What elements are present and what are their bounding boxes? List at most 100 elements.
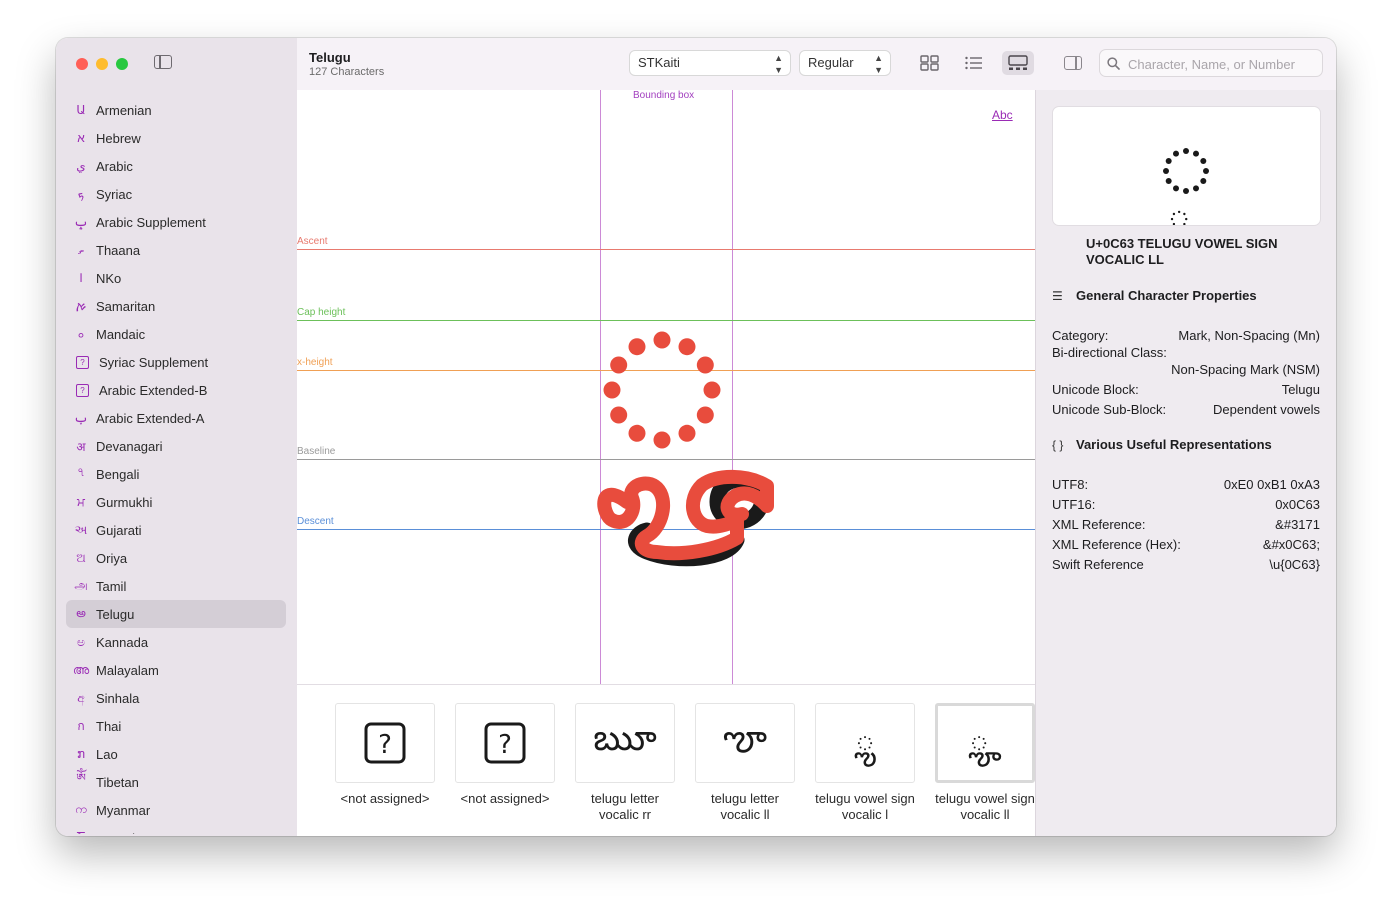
sidebar-item-nko[interactable]: ߊ NKo (66, 264, 286, 292)
character-cell-preview: ◌ౢ (815, 703, 915, 783)
character-cell[interactable]: ౡ telugu letter vocalic ll (695, 703, 795, 823)
sidebar-item-thai[interactable]: ก Thai (66, 712, 286, 740)
sidebar-item-malayalam[interactable]: അ Malayalam (66, 656, 286, 684)
character-cell-preview: ౠ (575, 703, 675, 783)
xml-reference-value[interactable]: &#3171 (1275, 517, 1320, 532)
sidebar-item-myanmar[interactable]: က Myanmar (66, 796, 286, 824)
character-cell[interactable]: ? <not assigned> (455, 703, 555, 807)
sidebar-item-label: Armenian (96, 102, 152, 118)
script-sample-icon: ܟ (77, 186, 85, 201)
toolbar: Telugu 127 Characters STKaiti ▲ ▼ Regular… (297, 38, 1336, 91)
character-cell-preview: ? (455, 703, 555, 783)
sidebar-item-devanagari[interactable]: अ Devanagari (66, 432, 286, 460)
dotted-circle-dot (653, 331, 671, 349)
sidebar-item-hebrew[interactable]: א Hebrew (66, 124, 286, 152)
sidebar-item-gurmukhi[interactable]: ਮ Gurmukhi (66, 488, 286, 516)
sidebar-item-sinhala[interactable]: අ Sinhala (66, 684, 286, 712)
svg-text:?: ? (498, 730, 512, 760)
utf8-value[interactable]: 0xE0 0xB1 0xA3 (1224, 477, 1320, 492)
font-popup[interactable]: STKaiti ▲ ▼ (629, 50, 791, 76)
utf8-label: UTF8: (1052, 477, 1089, 492)
character-cell[interactable]: ? <not assigned> (335, 703, 435, 807)
minimize-window-button[interactable] (96, 58, 108, 70)
character-glyph: ౠ (593, 718, 657, 759)
search-field[interactable] (1099, 49, 1323, 77)
sidebar-item-gujarati[interactable]: અ Gujarati (66, 516, 286, 544)
script-sample-icon: א (77, 131, 85, 145)
sidebar-item-label: Sinhala (96, 690, 140, 706)
character-cell-preview: ◌ౣ (935, 703, 1035, 783)
sidebar-item-telugu[interactable]: అ Telugu (66, 600, 286, 628)
script-sample-icon: ก (77, 718, 85, 733)
character-cell-label: telugu letter vocalic ll (711, 791, 779, 822)
sidebar-item-label: Mandaic (96, 326, 146, 342)
sidebar-item-mandaic[interactable]: ࡀ Mandaic (66, 320, 286, 348)
gallery-view-button[interactable] (1002, 51, 1034, 75)
glyph-detail-view: Bounding box Abc Ascent Cap height x-hei… (297, 90, 1035, 684)
character-cell[interactable]: ౠ telugu letter vocalic rr (575, 703, 675, 823)
sidebar-item-bengali[interactable]: ৭ Bengali (66, 460, 286, 488)
sidebar-item-kannada[interactable]: ಅ Kannada (66, 628, 286, 656)
list-icon: ☰ (1052, 288, 1063, 303)
general-properties-header[interactable]: ☰ General Character Properties (1052, 288, 1257, 303)
character-glyph: ౡ (722, 718, 768, 759)
large-glyph (597, 331, 774, 567)
sidebar-item-samaritan[interactable]: ࠀ Samaritan (66, 292, 286, 320)
search-input[interactable] (1126, 53, 1320, 75)
grid-icon (920, 55, 939, 71)
sidebar-item-label: Hebrew (96, 130, 141, 146)
character-cell[interactable]: ◌ౢ telugu vowel sign vocalic l (815, 703, 915, 823)
dotted-circle-dot (1200, 158, 1207, 164)
xml-hex-reference-value[interactable]: &#x0C63; (1263, 537, 1320, 552)
svg-text:?: ? (378, 730, 392, 760)
character-cell-label: <not assigned> (340, 791, 430, 806)
sidebar-toggle-icon[interactable] (154, 55, 172, 69)
sidebar-item-tibetan[interactable]: ༀ Tibetan (66, 768, 286, 796)
sidebar-item-lao[interactable]: ກ Lao (66, 740, 286, 768)
dotted-circle-glyph (603, 331, 721, 449)
list-view-button[interactable] (958, 51, 990, 75)
sidebar-item-syriac[interactable]: ܟ Syriac (66, 180, 286, 208)
braces-icon: { } (1052, 437, 1064, 452)
sidebar-item-syriac-supplement[interactable]: ? Syriac Supplement (66, 348, 286, 376)
zoom-window-button[interactable] (116, 58, 128, 70)
style-popup[interactable]: Regular ▲ ▼ (799, 50, 891, 76)
script-sample-icon: ࠀ (75, 299, 87, 314)
sidebar-item-label: Syriac (96, 186, 133, 202)
script-sample-icon: ތ (77, 242, 84, 257)
sidebar-item-arabic-extended-b[interactable]: ? Arabic Extended-B (66, 376, 286, 404)
sidebar-item-arabic-supplement[interactable]: ݒ Arabic Supplement (66, 208, 286, 236)
representations-header[interactable]: { } Various Useful Representations (1052, 437, 1272, 452)
script-sample-icon: က (75, 802, 87, 816)
script-sample-icon: ي (76, 159, 86, 173)
sidebar-item-thaana[interactable]: ތ Thaana (66, 236, 286, 264)
script-sample-icon: अ (76, 439, 86, 454)
search-icon (1107, 57, 1120, 70)
font-popup-value: STKaiti (638, 55, 680, 70)
dotted-circle-dot (628, 338, 646, 356)
grid-view-button[interactable] (914, 51, 946, 75)
swift-reference-value[interactable]: \u{0C63} (1269, 557, 1320, 572)
sidebar-item-tamil[interactable]: அ Tamil (66, 572, 286, 600)
sidebar: Ա Armenian א Hebrew ي Arabic ܟ Syriac ݒ Arabic Su… (56, 38, 298, 836)
character-cell-label: telugu letter vocalic rr (591, 791, 659, 822)
sidebar-item-arabic[interactable]: ي Arabic (66, 152, 286, 180)
sidebar-item-oriya[interactable]: ଅ Oriya (66, 544, 286, 572)
character-cell-preview: ? (335, 703, 435, 783)
inspector-toggle-icon[interactable] (1064, 56, 1082, 70)
dotted-circle-dot (603, 381, 621, 399)
script-sample-icon: അ (72, 662, 90, 677)
character-cell[interactable]: ◌ౣ telugu vowel sign vocalic ll (935, 703, 1035, 823)
script-sample-icon: ߊ (79, 271, 83, 285)
utf16-value[interactable]: 0x0C63 (1275, 497, 1320, 512)
sidebar-item-armenian[interactable]: Ա Armenian (66, 96, 286, 124)
xml-reference-label: XML Reference: (1052, 517, 1146, 532)
sidebar-item-georgian[interactable]: ႠGeorgian (66, 824, 286, 835)
dotted-circle-dot (1165, 178, 1172, 184)
sidebar-item-arabic-extended-a[interactable]: ࢠ Arabic Extended-A (66, 404, 286, 432)
xml-hex-reference-label: XML Reference (Hex): (1052, 537, 1181, 552)
close-window-button[interactable] (76, 58, 88, 70)
script-sample-icon: ? (76, 383, 89, 397)
character-count: 127 Characters (309, 66, 385, 78)
character-name: U+0C63 TELUGU VOWEL SIGN VOCALIC LL (1086, 236, 1278, 267)
